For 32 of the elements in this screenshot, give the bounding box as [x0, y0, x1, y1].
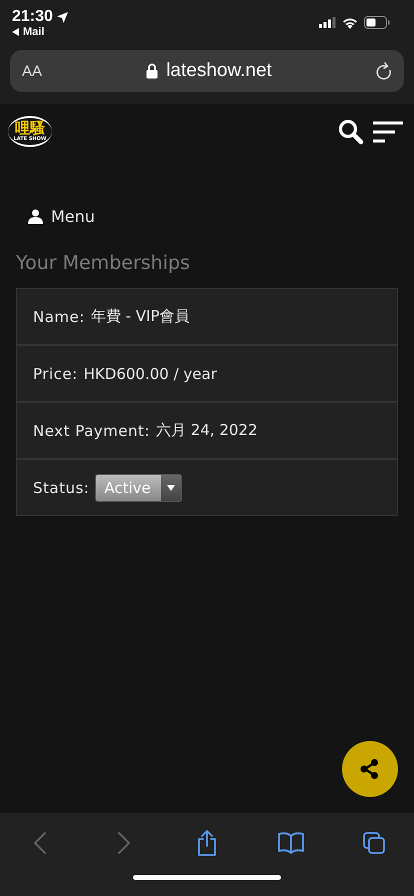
- book-icon: [278, 832, 304, 854]
- field-label: Next Payment:: [33, 422, 150, 440]
- field-label: Name:: [33, 308, 85, 326]
- field-label: Price:: [33, 364, 78, 382]
- text-size-button[interactable]: AA: [22, 62, 42, 80]
- reload-icon[interactable]: [376, 62, 392, 80]
- share-nodes-icon: [359, 758, 381, 780]
- search-icon[interactable]: [338, 118, 364, 144]
- address-bar[interactable]: AA lateshow.net: [10, 50, 404, 92]
- status-time: 21:30: [12, 8, 53, 26]
- signal-icon: [319, 17, 336, 28]
- field-value: 年費 - VIP會員: [90, 307, 190, 326]
- location-arrow-icon: [56, 12, 68, 22]
- chevron-left-icon: [33, 831, 47, 855]
- user-icon: [28, 209, 43, 224]
- url-text: lateshow.net: [166, 60, 272, 82]
- menu-icon[interactable]: [372, 120, 404, 142]
- page-heading: Your Memberships: [16, 252, 191, 274]
- logo-title: 哩騷: [15, 121, 45, 136]
- dropdown-caret-icon: [166, 484, 175, 490]
- battery-icon: [364, 16, 390, 29]
- field-value: HKD600.00 / year: [84, 364, 217, 382]
- field-label: Status:: [33, 478, 90, 496]
- wifi-icon: [342, 16, 358, 28]
- lock-icon: [146, 63, 158, 79]
- menu-link[interactable]: Menu: [28, 207, 95, 226]
- back-to-app-link[interactable]: Mail: [23, 26, 44, 38]
- share-icon: [196, 829, 218, 857]
- back-triangle-icon: [12, 28, 19, 36]
- chevron-right-icon: [116, 831, 130, 855]
- field-value: 六月 24, 2022: [156, 421, 258, 440]
- tabs-icon: [362, 831, 386, 855]
